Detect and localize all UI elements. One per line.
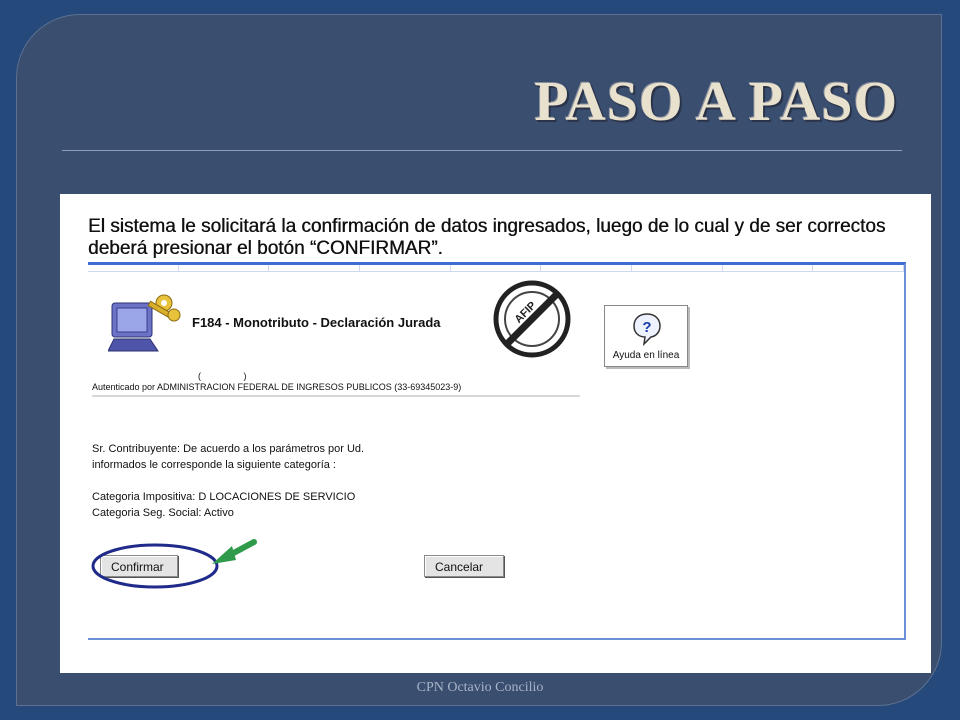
- help-online-label: Ayuda en línea: [612, 350, 680, 361]
- afip-form: F184 - Monotributo - Declaración Jurada …: [88, 262, 906, 640]
- form-title: F184 - Monotributo - Declaración Jurada: [192, 315, 441, 330]
- screenshot-panel: El sistema le solicitará la confirmación…: [60, 194, 931, 673]
- instruction-text: El sistema le solicitará la confirmación…: [88, 216, 886, 259]
- auth-placeholder: ( ): [198, 371, 247, 381]
- social-category: Categoria Seg. Social: Activo: [92, 507, 234, 519]
- message-line-1: Sr. Contribuyente: De acuerdo a los pará…: [92, 443, 365, 455]
- form-tab-strip: [88, 265, 905, 272]
- svg-text:?: ?: [642, 319, 651, 336]
- tax-category: Categoria Impositiva: D LOCACIONES DE SE…: [92, 491, 356, 503]
- help-online-button[interactable]: ? Ayuda en línea: [604, 305, 688, 367]
- title-divider: [62, 150, 902, 151]
- computer-key-icon: [108, 294, 181, 352]
- slide-footer: CPN Octavio Concilio: [416, 680, 544, 695]
- help-question-icon: ?: [633, 313, 661, 346]
- category-info: Categoria Impositiva: D LOCACIONES DE SE…: [92, 489, 355, 521]
- afip-seal-icon: AFIP: [493, 280, 571, 358]
- taxpayer-message: Sr. Contribuyente: De acuerdo a los pará…: [92, 441, 364, 473]
- cancel-button[interactable]: Cancelar: [424, 555, 504, 577]
- slide-title: PASO A PASO: [534, 71, 898, 133]
- authentication-text: Autenticado por ADMINISTRACION FEDERAL D…: [92, 382, 580, 397]
- confirm-button[interactable]: Confirmar: [100, 555, 178, 577]
- message-line-2: informados le corresponde la siguiente c…: [92, 459, 336, 471]
